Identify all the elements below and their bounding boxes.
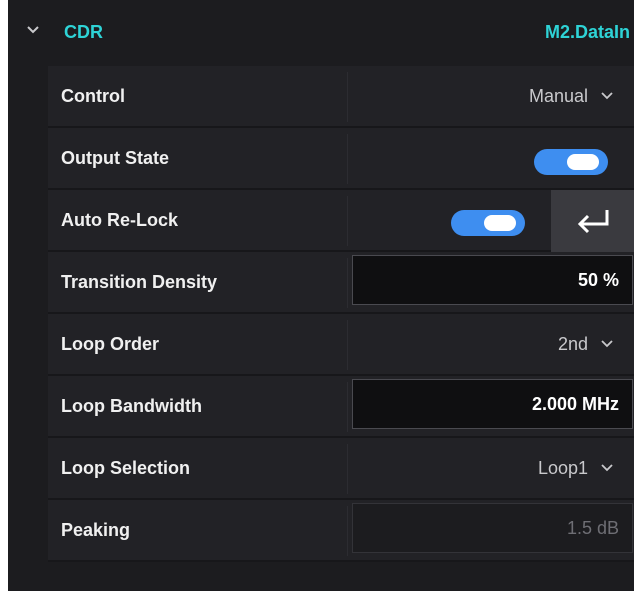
output-state-toggle[interactable] <box>534 149 608 175</box>
relock-enter-button[interactable] <box>551 190 634 252</box>
row-loop-order: Loop Order 2nd <box>48 314 634 376</box>
cdr-section-header[interactable]: CDR M2.DataIn <box>8 0 634 66</box>
enter-return-icon <box>577 210 608 234</box>
control-label: Control <box>61 86 125 106</box>
loop-order-dropdown[interactable]: 2nd <box>558 314 614 374</box>
output-state-label: Output State <box>61 148 169 168</box>
row-transition-density: Transition Density 50 % <box>48 252 634 314</box>
chevron-down-icon <box>601 464 613 472</box>
settings-list: Control Manual Output State Auto Re-Lock… <box>48 66 634 562</box>
row-peaking: Peaking 1.5 dB <box>48 500 634 562</box>
divider <box>347 196 348 246</box>
loop-order-label: Loop Order <box>61 334 159 354</box>
transition-density-field[interactable]: 50 % <box>352 255 633 305</box>
peaking-field: 1.5 dB <box>352 503 633 553</box>
row-auto-relock: Auto Re-Lock <box>48 190 634 252</box>
divider <box>347 382 348 432</box>
chevron-down-icon <box>601 92 613 100</box>
peaking-label: Peaking <box>61 520 131 540</box>
divider <box>347 320 348 370</box>
auto-relock-toggle[interactable] <box>451 210 525 236</box>
toggle-knob <box>484 215 516 231</box>
chevron-down-icon[interactable] <box>25 22 41 38</box>
section-title: CDR <box>64 22 103 42</box>
toggle-knob <box>567 154 599 170</box>
row-control: Control Manual <box>48 66 634 128</box>
divider <box>347 258 348 308</box>
row-loop-selection: Loop Selection Loop1 <box>48 438 634 500</box>
loop-selection-dropdown[interactable]: Loop1 <box>538 438 614 498</box>
loop-bandwidth-field[interactable]: 2.000 MHz <box>352 379 633 429</box>
chevron-down-icon <box>601 340 613 348</box>
row-output-state: Output State <box>48 128 634 190</box>
auto-relock-label: Auto Re-Lock <box>61 210 178 230</box>
row-loop-bandwidth: Loop Bandwidth 2.000 MHz <box>48 376 634 438</box>
divider <box>347 134 348 184</box>
signal-source-label[interactable]: M2.DataIn <box>545 22 630 43</box>
loop-bandwidth-label: Loop Bandwidth <box>61 396 202 416</box>
divider <box>347 444 348 494</box>
loop-order-value: 2nd <box>557 333 588 354</box>
divider <box>347 506 348 556</box>
cdr-panel: CDR M2.DataIn Control Manual Output Stat… <box>8 0 634 591</box>
control-dropdown[interactable]: Manual <box>529 66 614 126</box>
transition-density-label: Transition Density <box>61 272 218 292</box>
loop-selection-label: Loop Selection <box>61 458 191 478</box>
control-value: Manual <box>528 85 588 106</box>
loop-selection-value: Loop1 <box>537 457 588 478</box>
divider <box>347 72 348 122</box>
